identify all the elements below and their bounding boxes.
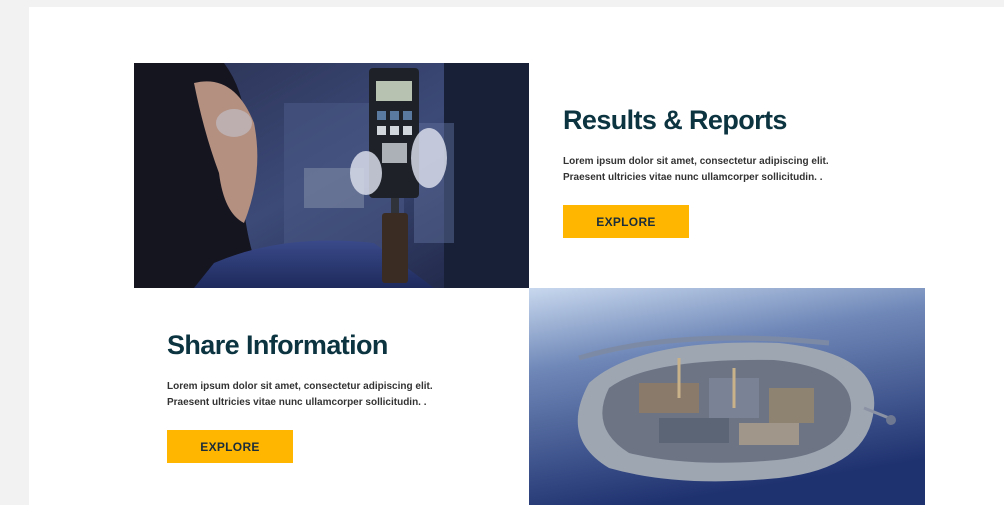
card-title: Share Information <box>167 330 388 360</box>
card-title: Results & Reports <box>563 105 787 135</box>
description-line: Praesent ultricies vitae nunc ullamcorpe… <box>563 172 823 183</box>
description-line: Lorem ipsum dolor sit amet, consectetur … <box>563 156 829 167</box>
description-line: Praesent ultricies vitae nunc ullamcorpe… <box>167 397 427 408</box>
card-description: Lorem ipsum dolor sit amet, consectetur … <box>167 379 487 411</box>
explore-button[interactable]: EXPLORE <box>167 430 293 463</box>
lab-technician-image <box>134 63 529 288</box>
description-line: Lorem ipsum dolor sit amet, consectetur … <box>167 381 433 392</box>
offshore-island-image <box>529 288 925 505</box>
content-panel: Results & Reports Lorem ipsum dolor sit … <box>29 7 1004 505</box>
share-information-card: Share Information Lorem ipsum dolor sit … <box>167 328 507 463</box>
explore-button[interactable]: EXPLORE <box>563 205 689 238</box>
card-description: Lorem ipsum dolor sit amet, consectetur … <box>563 154 883 186</box>
results-reports-card: Results & Reports Lorem ipsum dolor sit … <box>563 103 903 238</box>
